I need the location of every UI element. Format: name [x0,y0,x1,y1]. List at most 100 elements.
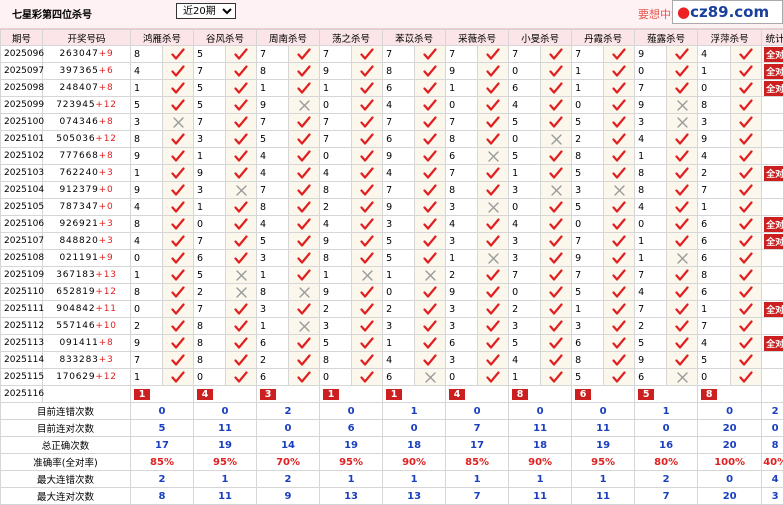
table-row: 2025114833283+37828434895 [1,352,783,369]
kill-number-cell: 4 [635,284,667,301]
check-icon [163,80,194,97]
check-icon [352,165,383,182]
draw-digits: 397365 [59,66,98,76]
check-icon [226,352,257,369]
draw-digits: 912379 [59,185,98,195]
check-icon [731,148,762,165]
current-kill-badge: 3 [260,389,276,400]
summary-value: 17 [446,437,509,454]
check-icon [163,318,194,335]
check-icon [226,301,257,318]
draw-extra: 11 [104,304,117,314]
draw-extra: 12 [104,287,117,297]
check-icon [226,46,257,63]
summary-value: 20 [698,420,762,437]
check-icon [541,165,572,182]
check-icon [667,284,698,301]
kill-number-cell: 3 [383,318,415,335]
cross-icon [478,148,509,165]
stat-cell [762,318,783,335]
kill-number-cell: 2 [320,199,352,216]
check-icon [604,369,635,386]
kill-number-cell: 9 [320,284,352,301]
check-icon [667,148,698,165]
period-range-select[interactable]: 近20期 [176,3,236,19]
check-icon [478,97,509,114]
check-icon [352,335,383,352]
kill-number-cell: 1 [446,250,478,267]
summary-value: 0 [635,420,698,437]
kill-number-cell: 0 [698,369,731,386]
stat-cell: 全对 [762,80,783,97]
draw-plus-sign: + [95,304,103,314]
draw-digits: 926921 [59,219,98,229]
summary-value: 2 [257,471,320,488]
check-icon [604,199,635,216]
kill-number-cell: 2 [446,267,478,284]
check-icon [352,131,383,148]
cross-icon [415,369,446,386]
table-row: 2025099723945+125590404098 [1,97,783,114]
check-icon [731,369,762,386]
column-header: 荡之杀号 [320,30,383,46]
check-icon [604,114,635,131]
current-kill-cell: 5 [635,386,698,403]
kill-number-cell: 0 [509,131,541,148]
summary-value: 11 [509,420,572,437]
kill-number-cell: 6 [194,250,226,267]
summary-value: 85% [446,454,509,471]
draw-plus-sign: + [95,321,103,331]
column-header: 统计 [762,30,783,46]
check-icon [352,233,383,250]
current-kill-label: 当前期杀号 [43,386,131,403]
check-icon [289,46,320,63]
kill-number-cell: 6 [446,148,478,165]
kill-number-cell: 4 [509,216,541,233]
check-icon [604,97,635,114]
draw-digits: 762240 [59,168,98,178]
kill-number-cell: 8 [446,131,478,148]
site-logo[interactable]: ●cz89.com [672,0,783,24]
draw-plus-sign: + [95,287,103,297]
draw-digits: 367183 [56,270,95,280]
check-icon [163,63,194,80]
draw-extra: 8 [107,117,114,127]
stat-cell [762,148,783,165]
check-icon [667,267,698,284]
check-icon [667,199,698,216]
kill-number-cell: 0 [635,63,667,80]
summary-value: 4 [762,471,783,488]
cross-icon [352,267,383,284]
summary-value: 0 [572,403,635,420]
check-icon [478,46,509,63]
check-icon [541,63,572,80]
kill-number-cell: 0 [194,216,226,233]
check-icon [289,80,320,97]
summary-value: 40% [762,454,783,471]
kill-number-cell: 8 [635,182,667,199]
check-icon [415,335,446,352]
summary-value: 90% [509,454,572,471]
check-icon [604,233,635,250]
summary-value: 20 [698,437,762,454]
kill-number-cell: 6 [257,369,289,386]
check-icon [478,284,509,301]
summary-value: 19 [572,437,635,454]
current-kill-cell: 1 [131,386,194,403]
summary-row: 目前连对次数511060711110200 [1,420,783,437]
summary-value: 11 [194,420,257,437]
summary-value: 1 [383,471,446,488]
check-icon [289,216,320,233]
draw-number-cell: 263047+9 [43,46,131,63]
draw-plus-sign: + [99,66,107,76]
current-kill-cell: 1 [320,386,383,403]
stat-cell [762,352,783,369]
stat-cell [762,267,783,284]
kill-number-cell: 6 [509,80,541,97]
kill-number-cell: 1 [635,233,667,250]
draw-number-cell: 170629+12 [43,369,131,386]
kill-number-cell: 9 [446,284,478,301]
check-icon [731,131,762,148]
check-icon [541,148,572,165]
kill-number-cell: 7 [572,233,604,250]
